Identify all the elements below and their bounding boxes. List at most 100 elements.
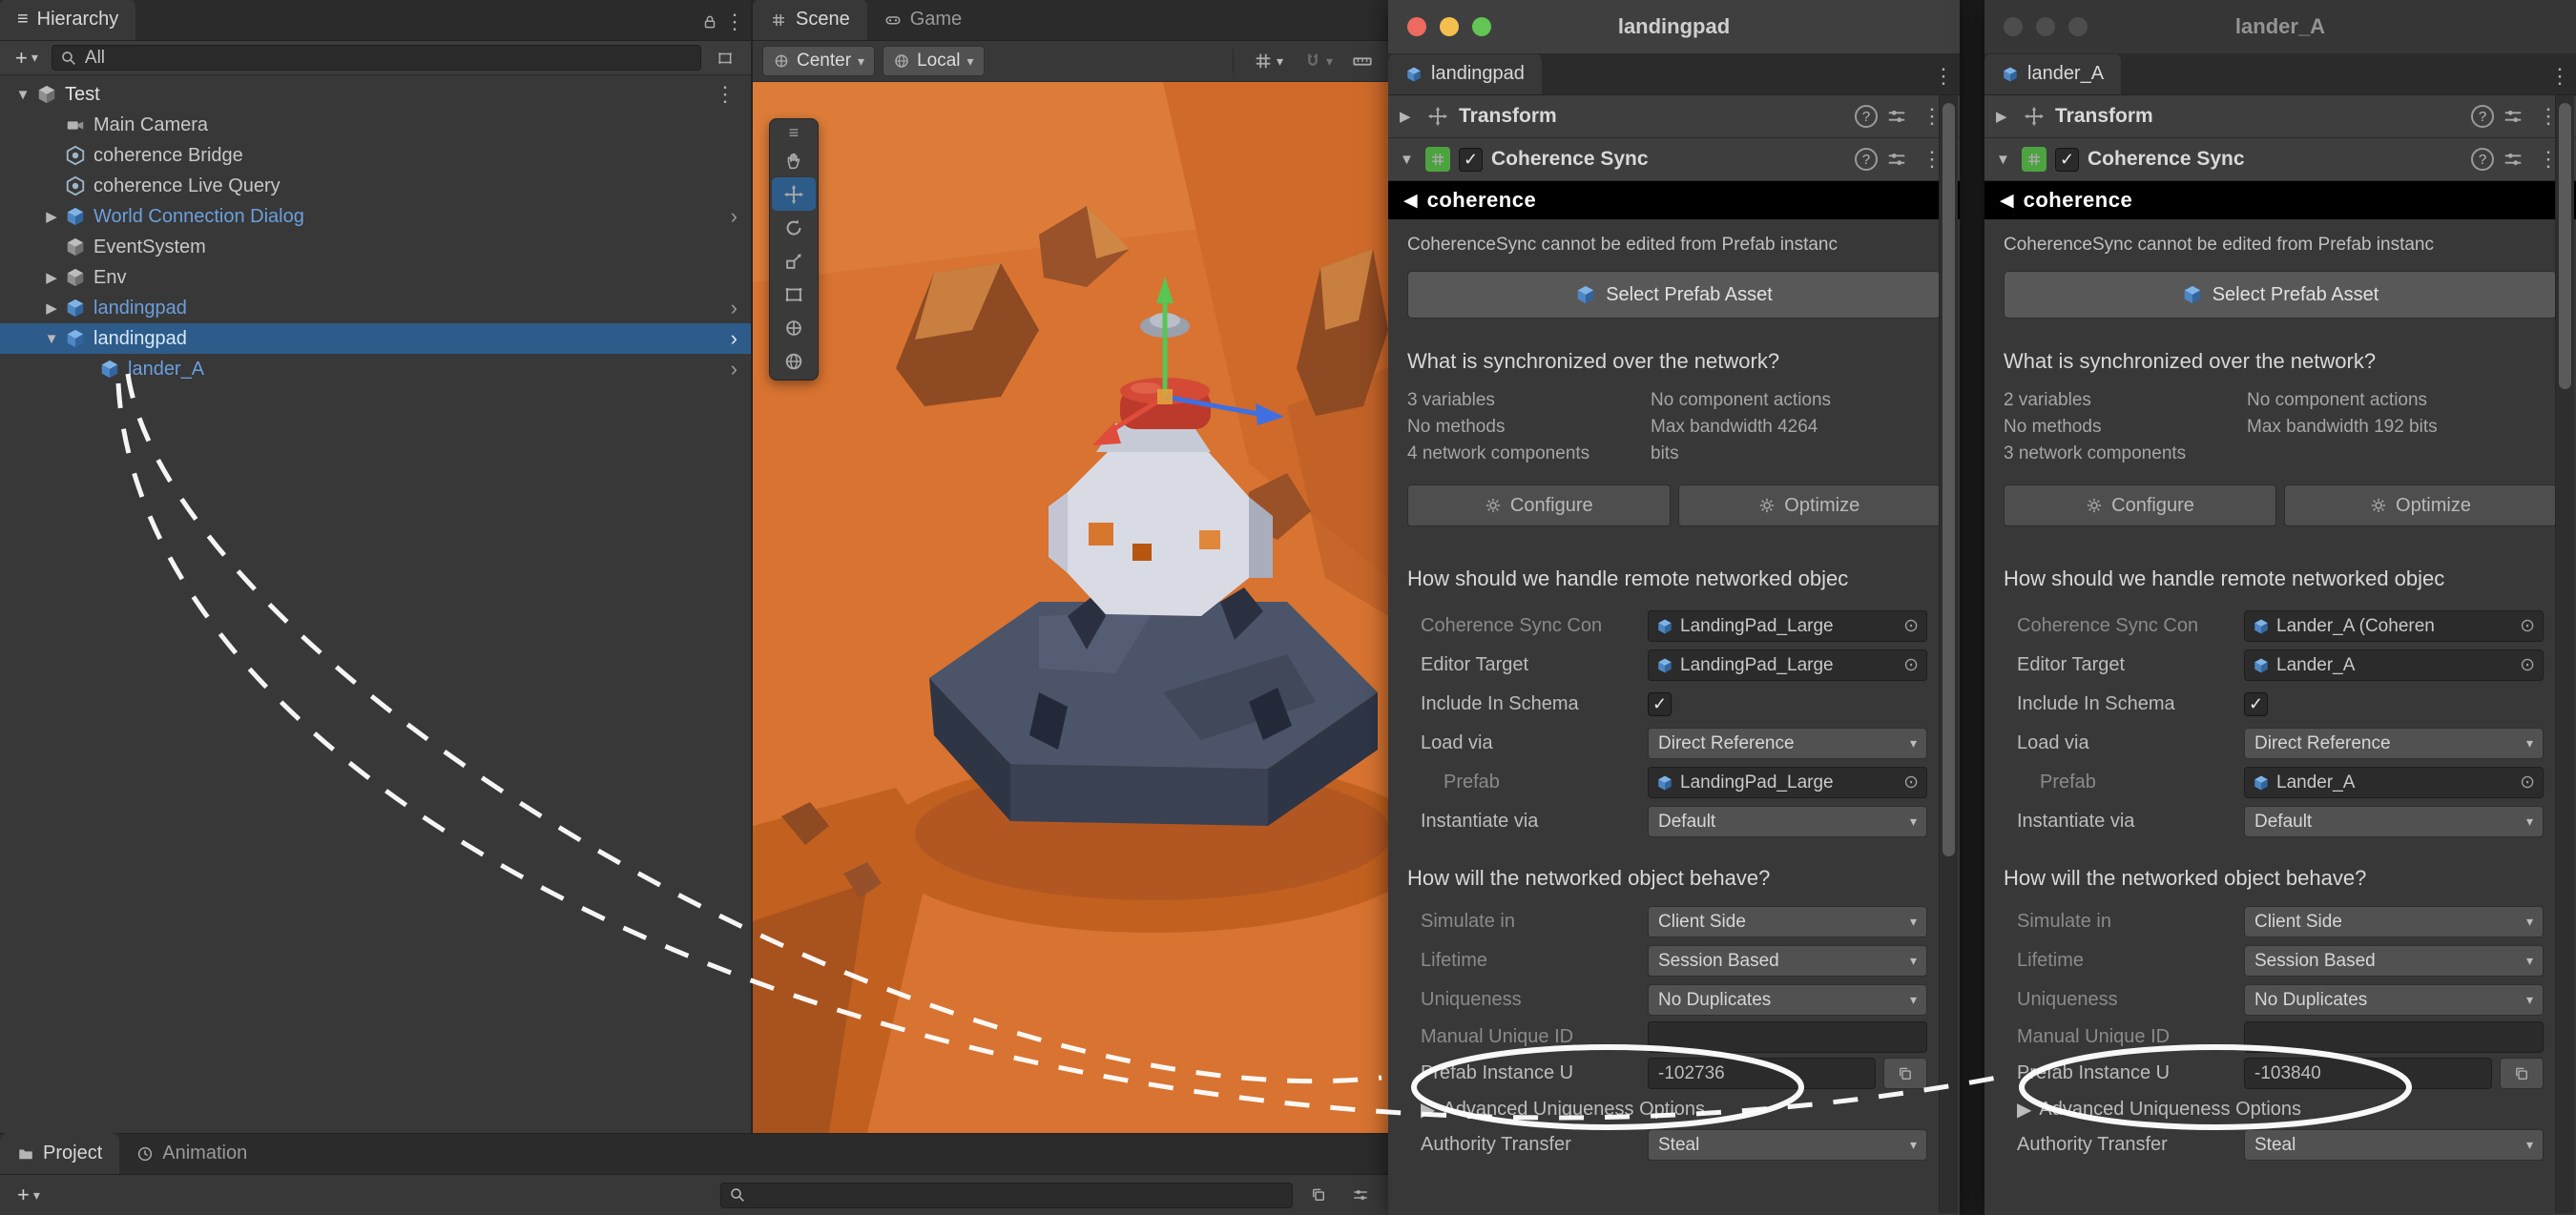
snap-increment-button[interactable]	[1346, 46, 1379, 76]
scale-tool[interactable]	[772, 244, 816, 278]
include-in-schema-checkbox[interactable]: ✓	[1648, 692, 1672, 716]
hierarchy-row-coherence-bridge[interactable]: coherence Bridge	[0, 140, 751, 171]
select-prefab-asset-button[interactable]: Select Prefab Asset	[1407, 271, 1941, 319]
minimize-icon[interactable]	[2036, 17, 2055, 36]
window-titlebar[interactable]: lander_A	[1984, 0, 2576, 54]
rotate-tool[interactable]	[772, 211, 816, 244]
presets-icon[interactable]	[2503, 106, 2524, 127]
close-icon[interactable]	[1407, 17, 1426, 36]
lifetime-dropdown[interactable]: Session Based ▾	[2244, 945, 2544, 977]
simulate-in-dropdown[interactable]: Client Side ▾	[1648, 906, 1927, 937]
more-icon[interactable]: ⋮	[718, 10, 751, 34]
coherence-sync-component-header[interactable]: ▼ ✓ Coherence Sync ? ⋮	[1388, 138, 1960, 181]
object-field[interactable]: LandingPad_Large ⊙	[1648, 649, 1927, 681]
select-prefab-asset-button[interactable]: Select Prefab Asset	[2004, 271, 2557, 319]
hierarchy-row-env[interactable]: ▶ Env	[0, 262, 751, 293]
configure-button[interactable]: Configure	[1407, 484, 1671, 526]
object-picker-icon[interactable]: ⊙	[2520, 615, 2535, 637]
object-picker-icon[interactable]: ⊙	[2520, 772, 2535, 793]
hierarchy-row-landingpad-1[interactable]: ▶ landingpad ›	[0, 293, 751, 323]
visibility-icon[interactable]	[1344, 1182, 1377, 1208]
foldout-open-icon[interactable]: ▼	[1400, 152, 1417, 168]
help-icon[interactable]: ?	[2471, 148, 2494, 171]
transform-component-header[interactable]: ▶ Transform ? ⋮	[1984, 95, 2576, 138]
hierarchy-row-test[interactable]: ▼ Test ⋮	[0, 79, 751, 110]
presets-icon[interactable]	[1886, 106, 1907, 127]
hierarchy-row-world-connection-dialog[interactable]: ▶ World Connection Dialog ›	[0, 201, 751, 232]
tab-inspector-landingpad[interactable]: landingpad	[1388, 53, 1542, 94]
create-object-button[interactable]: + ▾	[10, 46, 44, 71]
orientation-mode-button[interactable]: Local ▾	[883, 46, 984, 76]
open-prefab-icon[interactable]: ›	[731, 204, 737, 229]
inspector-scrollbar[interactable]	[1939, 95, 1958, 1213]
open-prefab-icon[interactable]: ›	[731, 326, 737, 351]
prefab-instance-uid-input[interactable]: -102736	[1648, 1058, 1876, 1089]
configure-button[interactable]: Configure	[2004, 484, 2276, 526]
uniqueness-dropdown[interactable]: No Duplicates ▾	[1648, 984, 1927, 1016]
create-asset-button[interactable]: + ▾	[11, 1183, 46, 1207]
foldout-open-icon[interactable]: ▼	[1996, 152, 2013, 168]
maximize-icon[interactable]	[1472, 17, 1491, 36]
copy-uid-button[interactable]	[1883, 1058, 1927, 1089]
foldout-closed-icon[interactable]: ▶	[1400, 108, 1417, 125]
uniqueness-dropdown[interactable]: No Duplicates ▾	[2244, 984, 2544, 1016]
maximize-icon[interactable]	[2068, 17, 2088, 36]
instantiate-via-dropdown[interactable]: Default ▾	[2244, 806, 2544, 837]
tab-scene[interactable]: Scene	[753, 0, 867, 40]
hierarchy-row-coherence-live-query[interactable]: coherence Live Query	[0, 171, 751, 201]
foldout-open-icon[interactable]: ▼	[38, 331, 65, 347]
transform-component-header[interactable]: ▶ Transform ? ⋮	[1388, 95, 1960, 138]
object-picker-icon[interactable]: ⊙	[1903, 772, 1919, 793]
move-tool[interactable]	[772, 177, 816, 211]
tab-hierarchy[interactable]: ≡ Hierarchy	[0, 0, 135, 40]
search-filter-icon[interactable]	[709, 45, 741, 72]
object-picker-icon[interactable]: ⊙	[2520, 654, 2535, 676]
simulate-in-dropdown[interactable]: Client Side ▾	[2244, 906, 2544, 937]
authority-transfer-dropdown[interactable]: Steal ▾	[1648, 1129, 1927, 1161]
project-search-input[interactable]	[720, 1183, 1293, 1208]
presets-icon[interactable]	[2503, 149, 2524, 170]
pivot-mode-button[interactable]: Center ▾	[762, 46, 875, 76]
object-picker-icon[interactable]: ⊙	[1903, 615, 1919, 637]
object-field[interactable]: LandingPad_Large ⊙	[1648, 767, 1927, 798]
manual-unique-id-input[interactable]	[1648, 1021, 1927, 1053]
search-window-icon[interactable]	[1302, 1182, 1335, 1208]
manual-unique-id-input[interactable]	[2244, 1021, 2544, 1053]
rect-tool[interactable]	[772, 278, 816, 311]
copy-uid-button[interactable]	[2500, 1058, 2544, 1089]
object-picker-icon[interactable]: ⊙	[1903, 654, 1919, 676]
foldout-open-icon[interactable]: ▼	[10, 87, 36, 103]
custom-editor-tool[interactable]	[772, 344, 816, 378]
snap-magnet-button[interactable]: ▾	[1297, 46, 1339, 76]
window-titlebar[interactable]: landingpad	[1388, 0, 1960, 54]
tab-inspector-lander-a[interactable]: lander_A	[1984, 53, 2121, 94]
lifetime-dropdown[interactable]: Session Based ▾	[1648, 945, 1927, 977]
hierarchy-row-landingpad-2-selected[interactable]: ▼ landingpad ›	[0, 323, 751, 354]
presets-icon[interactable]	[1886, 149, 1907, 170]
open-prefab-icon[interactable]: ›	[731, 296, 737, 320]
foldout-closed-icon[interactable]: ▶	[38, 208, 65, 225]
object-field[interactable]: Lander_A ⊙	[2244, 649, 2544, 681]
advanced-uniqueness-foldout[interactable]: ▶ Advanced Uniqueness Options	[1388, 1093, 1960, 1125]
foldout-closed-icon[interactable]: ▶	[1996, 108, 2013, 125]
view-hand-tool[interactable]	[772, 144, 816, 177]
minimize-icon[interactable]	[1440, 17, 1459, 36]
component-enabled-checkbox[interactable]: ✓	[2055, 148, 2079, 172]
object-field[interactable]: Lander_A (Coheren ⊙	[2244, 610, 2544, 642]
help-icon[interactable]: ?	[1855, 105, 1878, 128]
tab-project[interactable]: Project	[0, 1133, 119, 1174]
instantiate-via-dropdown[interactable]: Default ▾	[1648, 806, 1927, 837]
foldout-closed-icon[interactable]: ▶	[38, 269, 65, 286]
more-icon[interactable]: ⋮	[1927, 64, 1960, 89]
grid-visibility-button[interactable]: ▾	[1247, 46, 1289, 76]
inspector-scrollbar[interactable]	[2555, 95, 2574, 1213]
optimize-button[interactable]: Optimize	[2284, 484, 2557, 526]
open-prefab-icon[interactable]: ›	[731, 357, 737, 381]
hierarchy-row-main-camera[interactable]: Main Camera	[0, 110, 751, 140]
tools-drag-handle[interactable]: ≡	[789, 121, 800, 144]
coherence-sync-component-header[interactable]: ▼ ✓ Coherence Sync ? ⋮	[1984, 138, 2576, 181]
transform-tool[interactable]	[772, 311, 816, 344]
object-field[interactable]: Lander_A ⊙	[2244, 767, 2544, 798]
advanced-uniqueness-foldout[interactable]: ▶ Advanced Uniqueness Options	[1984, 1093, 2576, 1125]
help-icon[interactable]: ?	[2471, 105, 2494, 128]
